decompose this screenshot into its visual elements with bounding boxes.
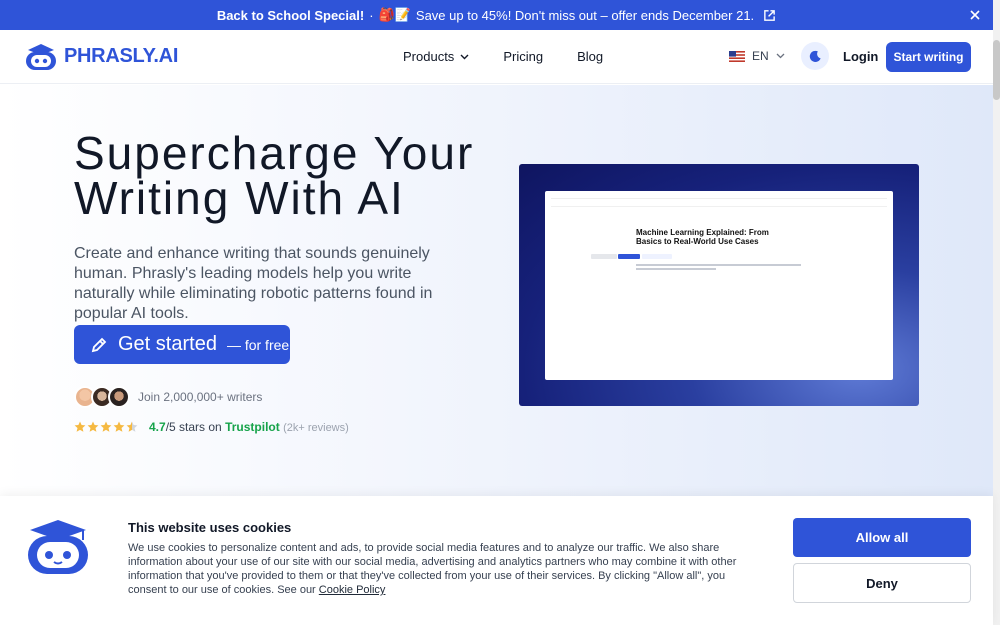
allow-all-button[interactable]: Allow all <box>793 518 971 557</box>
editor-titlebar <box>551 194 887 199</box>
promo-bold: Back to School Special! <box>216 7 365 23</box>
scrollbar-thumb[interactable] <box>993 40 1000 100</box>
cookie-title: This website uses cookies <box>128 520 292 535</box>
login-link[interactable]: Login <box>843 49 878 64</box>
star-icon <box>87 421 99 432</box>
promo-text: Save up to 45%! Don't miss out – offer e… <box>415 7 755 23</box>
hero-title-line2: Writing With AI <box>74 172 405 224</box>
editor-chip <box>642 254 672 259</box>
rating-text: 4.7/5 stars on Trustpilot (2k+ reviews) <box>149 420 349 434</box>
star-icon <box>113 421 125 432</box>
reviews-count: (2k+ reviews) <box>283 422 349 434</box>
nav-products-label: Products <box>403 49 455 64</box>
star-icon <box>74 421 86 432</box>
theme-toggle-button[interactable] <box>801 42 829 70</box>
trustpilot-link[interactable]: Trustpilot <box>225 420 280 434</box>
cookie-body-text: We use cookies to personalize content an… <box>128 542 737 596</box>
us-flag-icon <box>729 50 745 62</box>
robot-mascot-icon <box>28 520 88 574</box>
promo-emoji: 🎒📝 <box>378 7 411 22</box>
moon-icon <box>809 50 821 62</box>
get-started-button[interactable]: Get started — for free <box>74 325 290 364</box>
scrollbar[interactable] <box>993 0 1000 625</box>
editor-toolbar <box>551 201 887 207</box>
deny-button[interactable]: Deny <box>793 563 971 603</box>
editor-text-line <box>636 264 801 266</box>
cta-suffix: — for free <box>226 336 290 353</box>
nav-products[interactable]: Products <box>403 49 469 64</box>
logo[interactable]: PHRASLY.AI <box>22 41 178 71</box>
promo-separator: · <box>369 7 374 23</box>
cookie-body: We use cookies to personalize content an… <box>128 541 743 597</box>
avatar <box>108 386 130 408</box>
chevron-down-icon <box>460 54 469 59</box>
nav-pricing[interactable]: Pricing <box>503 49 543 64</box>
hero-screenshot: Machine Learning Explained: From Basics … <box>519 164 919 406</box>
chevron-down-icon <box>776 53 785 59</box>
star-icon <box>100 421 112 432</box>
editor-doc-title: Machine Learning Explained: From Basics … <box>636 228 769 246</box>
logo-text: PHRASLY.AI <box>64 44 179 67</box>
external-link-icon[interactable] <box>763 9 776 22</box>
editor-chip <box>591 254 617 259</box>
language-selector[interactable]: EN <box>729 49 785 63</box>
promo-banner: Back to School Special! · 🎒📝 Save up to … <box>0 0 993 30</box>
language-label: EN <box>752 49 769 63</box>
hero-section: Supercharge Your Writing With AI Create … <box>0 85 993 496</box>
hero-subtitle: Create and enhance writing that sounds g… <box>74 245 433 322</box>
site-header: PHRASLY.AI Products Pricing Blog EN Logi… <box>0 30 993 84</box>
start-writing-button[interactable]: Start writing <box>886 42 971 72</box>
editor-text-line <box>636 268 716 270</box>
editor-chip <box>618 254 640 259</box>
rating-value: 4.7 <box>149 420 166 434</box>
hero-title: Supercharge Your Writing With AI <box>74 130 494 224</box>
pencil-icon <box>91 337 107 352</box>
editor-preview: Machine Learning Explained: From Basics … <box>545 191 893 380</box>
cookie-banner: This website uses cookies We use cookies… <box>0 496 993 625</box>
main-nav: Products Pricing Blog <box>403 49 603 64</box>
avatar-group <box>74 386 130 408</box>
join-text: Join 2,000,000+ writers <box>138 390 263 404</box>
half-star-icon <box>126 421 138 432</box>
star-rating <box>74 421 138 433</box>
cookie-policy-link[interactable]: Cookie Policy <box>319 584 386 596</box>
close-icon[interactable] <box>967 7 983 23</box>
nav-blog[interactable]: Blog <box>577 49 603 64</box>
robot-logo-icon <box>26 44 56 70</box>
cta-label: Get started <box>118 333 217 355</box>
rating-suffix: /5 stars on <box>165 420 222 434</box>
